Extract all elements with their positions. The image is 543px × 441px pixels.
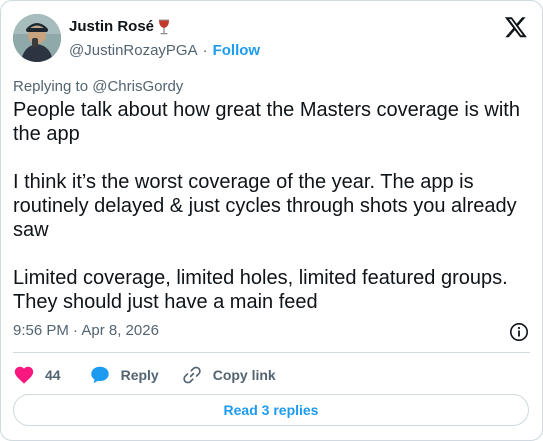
- read-replies-button[interactable]: Read 3 replies: [13, 394, 529, 426]
- heart-icon: [13, 364, 35, 386]
- wine-glass-icon: [157, 19, 171, 35]
- speech-bubble-icon: [89, 364, 111, 386]
- follow-button[interactable]: Follow: [213, 42, 261, 59]
- action-bar: 44 Reply Copy link: [13, 361, 298, 389]
- avatar[interactable]: [13, 14, 61, 62]
- tweet-text: People talk about how great the Masters …: [13, 99, 520, 313]
- info-icon[interactable]: [509, 322, 529, 342]
- tweet-card: Justin Rosé @JustinRozayPGA · Follow Rep…: [0, 0, 543, 441]
- author-name[interactable]: Justin Rosé: [69, 18, 154, 35]
- author-handle[interactable]: @JustinRozayPGA: [69, 42, 198, 59]
- like-count: 44: [45, 367, 61, 383]
- replying-to: Replying to @ChrisGordy: [13, 78, 183, 95]
- replying-to-mention[interactable]: @ChrisGordy: [92, 78, 183, 95]
- separator-dot: ·: [202, 42, 208, 59]
- link-icon: [181, 364, 203, 386]
- like-button[interactable]: 44: [13, 364, 61, 386]
- copy-link-label: Copy link: [212, 367, 276, 383]
- divider: [13, 352, 530, 353]
- author-name-row: Justin Rosé: [69, 18, 171, 35]
- tweet-timestamp[interactable]: 9:56 PM · Apr 8, 2026: [13, 322, 159, 339]
- x-logo-icon[interactable]: [504, 15, 528, 39]
- reply-button[interactable]: Reply: [89, 364, 159, 386]
- replying-to-prefix: Replying to: [13, 78, 93, 95]
- author-handle-row: @JustinRozayPGA · Follow: [69, 42, 260, 59]
- reply-label: Reply: [120, 367, 159, 383]
- copy-link-button[interactable]: Copy link: [181, 364, 276, 386]
